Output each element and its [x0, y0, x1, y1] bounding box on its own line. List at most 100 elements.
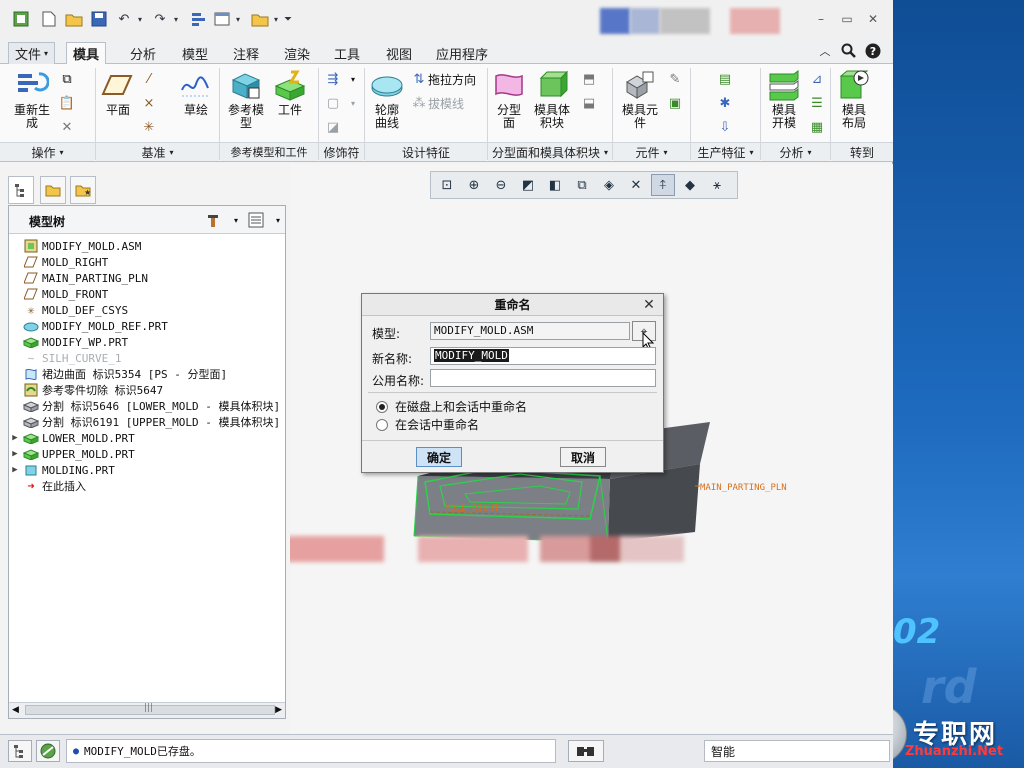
regenerate-icon[interactable] [190, 10, 208, 28]
draft-direction-button[interactable]: ⇅ 拖拉方向 [410, 70, 476, 88]
minimize-ribbon-icon[interactable]: ︿ [816, 42, 834, 60]
tree-item[interactable]: ✳ MOLD_DEF_CSYS [9, 302, 128, 318]
find-icon[interactable] [568, 740, 604, 762]
mold-component-button[interactable]: 模具元件 [618, 68, 662, 130]
tree-item[interactable]: ∼ SILH_CURVE_1 [9, 350, 122, 366]
navigator-toggle-icon[interactable] [8, 740, 32, 762]
tree-item[interactable]: ▶ LOWER_MOLD.PRT [9, 430, 134, 446]
ok-button[interactable]: 确定 [416, 447, 462, 467]
tree-item[interactable]: 参考零件切除 标识5647 [9, 382, 163, 398]
tree-item[interactable]: MODIFY_MOLD.ASM [9, 238, 141, 254]
tab-mold[interactable]: 模具 [66, 42, 107, 64]
customize-icon[interactable]: ⏷ [283, 10, 293, 28]
volume-split-icon[interactable]: ⬒ [580, 70, 598, 88]
group-operations[interactable]: 操作 ▾ [0, 142, 95, 161]
cavity-icon[interactable]: ▣ [666, 94, 684, 112]
workpiece-button[interactable]: 工件 [272, 68, 308, 117]
new-name-input[interactable]: MODIFY_MOLD [430, 347, 656, 365]
chevron-down-icon[interactable]: ▾ [227, 211, 245, 229]
tree-columns-icon[interactable] [247, 211, 265, 229]
csys-icon[interactable]: ✳ [140, 118, 158, 136]
assemble-icon[interactable]: ✎ [666, 70, 684, 88]
mold-open-button[interactable]: 模具开模 [764, 68, 804, 130]
dialog-title-bar[interactable]: 重命名 [362, 294, 663, 316]
help-icon[interactable]: ? [864, 42, 882, 60]
tree-item[interactable]: ▶ MOLDING.PRT [9, 462, 115, 478]
radio-rename-session[interactable]: 在会话中重命名 [376, 416, 479, 433]
expand-arrow-icon[interactable]: ▶ [9, 465, 21, 475]
silhouette-curve-button[interactable]: 轮廓曲线 [368, 68, 406, 130]
measure-icon[interactable]: ⊿ [808, 70, 826, 88]
offset-icon[interactable]: ◪ [324, 118, 342, 136]
window-icon[interactable] [213, 10, 231, 28]
tab-model[interactable]: 模型 [176, 42, 214, 64]
sketch-button[interactable]: 草绘 [176, 68, 216, 117]
radio-rename-disk-and-session[interactable]: 在磁盘上和会话中重命名 [376, 398, 527, 415]
tree-item[interactable]: MODIFY_MOLD_REF.PRT [9, 318, 168, 334]
cancel-button[interactable]: 取消 [560, 447, 606, 467]
tree-item[interactable]: MOLD_RIGHT [9, 254, 108, 270]
tab-tools[interactable]: 工具 [328, 42, 366, 64]
ejector-pin-icon[interactable]: ⇩ [716, 118, 734, 136]
reference-model-button[interactable]: 参考模型 [224, 68, 268, 130]
delete-icon[interactable]: ✕ [58, 118, 76, 136]
scroll-right-icon[interactable]: ▶ [275, 705, 282, 715]
save-icon[interactable] [90, 10, 108, 28]
close-icon[interactable]: ✕ [641, 297, 657, 313]
paste-icon[interactable]: 📋 [58, 94, 76, 112]
redo-dropdown-icon[interactable]: ▾ [171, 10, 181, 28]
tree-item[interactable]: ▶ UPPER_MOLD.PRT [9, 446, 134, 462]
copy-icon[interactable]: ⧉ [58, 70, 76, 88]
group-production-features[interactable]: 生产特征 ▾ [691, 142, 760, 161]
chevron-down-icon[interactable]: ▾ [344, 94, 362, 112]
redo-icon[interactable]: ↷ [151, 10, 169, 28]
maximize-icon[interactable]: ▭ [838, 11, 856, 27]
common-name-input[interactable] [430, 369, 656, 387]
new-icon[interactable] [40, 10, 58, 28]
chevron-down-icon[interactable]: ▾ [344, 70, 362, 88]
expand-arrow-icon[interactable]: ▶ [9, 433, 21, 443]
parting-surface-button[interactable]: 分型面 [492, 68, 526, 130]
undo-dropdown-icon[interactable]: ▾ [135, 10, 145, 28]
projected-area-icon[interactable]: ▦ [808, 118, 826, 136]
tree-item[interactable]: 分割 标识6191 [UPPER_MOLD - 模具体积块] [9, 414, 280, 430]
runner-icon[interactable]: ▤ [716, 70, 734, 88]
tab-annotate[interactable]: 注释 [227, 42, 265, 64]
selection-filter-dropdown[interactable]: 智能 [704, 740, 890, 762]
group-datum[interactable]: 基准 ▾ [96, 142, 219, 161]
tree-settings-icon[interactable] [205, 211, 223, 229]
mold-layout-button[interactable]: 模具布局 [834, 68, 874, 130]
folder-dropdown-icon[interactable]: ▾ [271, 10, 281, 28]
tree-item[interactable]: MODIFY_WP.PRT [9, 334, 128, 350]
tree-item[interactable]: MOLD_FRONT [9, 286, 108, 302]
scroll-left-icon[interactable]: ◀ [12, 705, 19, 715]
tab-view[interactable]: 视图 [380, 42, 418, 64]
pattern-icon[interactable]: ⇶ [324, 70, 342, 88]
extract-icon[interactable]: ⬓ [580, 94, 598, 112]
close-icon[interactable]: ✕ [864, 11, 882, 27]
model-tree-tab-icon[interactable] [8, 176, 34, 204]
favorites-tab-icon[interactable]: ★ [70, 176, 96, 204]
tree-item[interactable]: 裙边曲面 标识5354 [PS - 分型面] [9, 366, 227, 382]
draft-line-button[interactable]: ⁂ 拔模线 [410, 94, 465, 112]
point-icon[interactable]: × [140, 94, 158, 112]
group-components[interactable]: 元件 ▾ [613, 142, 690, 161]
undo-icon[interactable]: ↶ [115, 10, 133, 28]
tree-horizontal-scrollbar[interactable]: ◀ ||| ▶ [9, 702, 285, 718]
browser-toggle-icon[interactable] [36, 740, 60, 762]
axis-icon[interactable]: ⁄ [140, 70, 158, 88]
tab-render[interactable]: 渲染 [278, 42, 316, 64]
minimize-icon[interactable]: – [812, 11, 830, 27]
expand-arrow-icon[interactable]: ▶ [9, 449, 21, 459]
tree-item[interactable]: MAIN_PARTING_PLN [9, 270, 148, 286]
group-parting-surface[interactable]: 分型面和模具体积块 ▾ [488, 142, 612, 161]
tab-applications[interactable]: 应用程序 [430, 42, 494, 64]
group-analysis[interactable]: 分析 ▾ [761, 142, 830, 161]
thickness-icon[interactable]: ☰ [808, 94, 826, 112]
scroll-thumb[interactable]: ||| [25, 703, 275, 715]
folder-icon[interactable] [251, 10, 269, 28]
tree-item[interactable]: ➜ 在此插入 [9, 478, 86, 494]
folder-browser-tab-icon[interactable] [40, 176, 66, 204]
plane-button[interactable]: 平面 [100, 68, 136, 117]
chevron-down-icon[interactable]: ▾ [269, 211, 287, 229]
